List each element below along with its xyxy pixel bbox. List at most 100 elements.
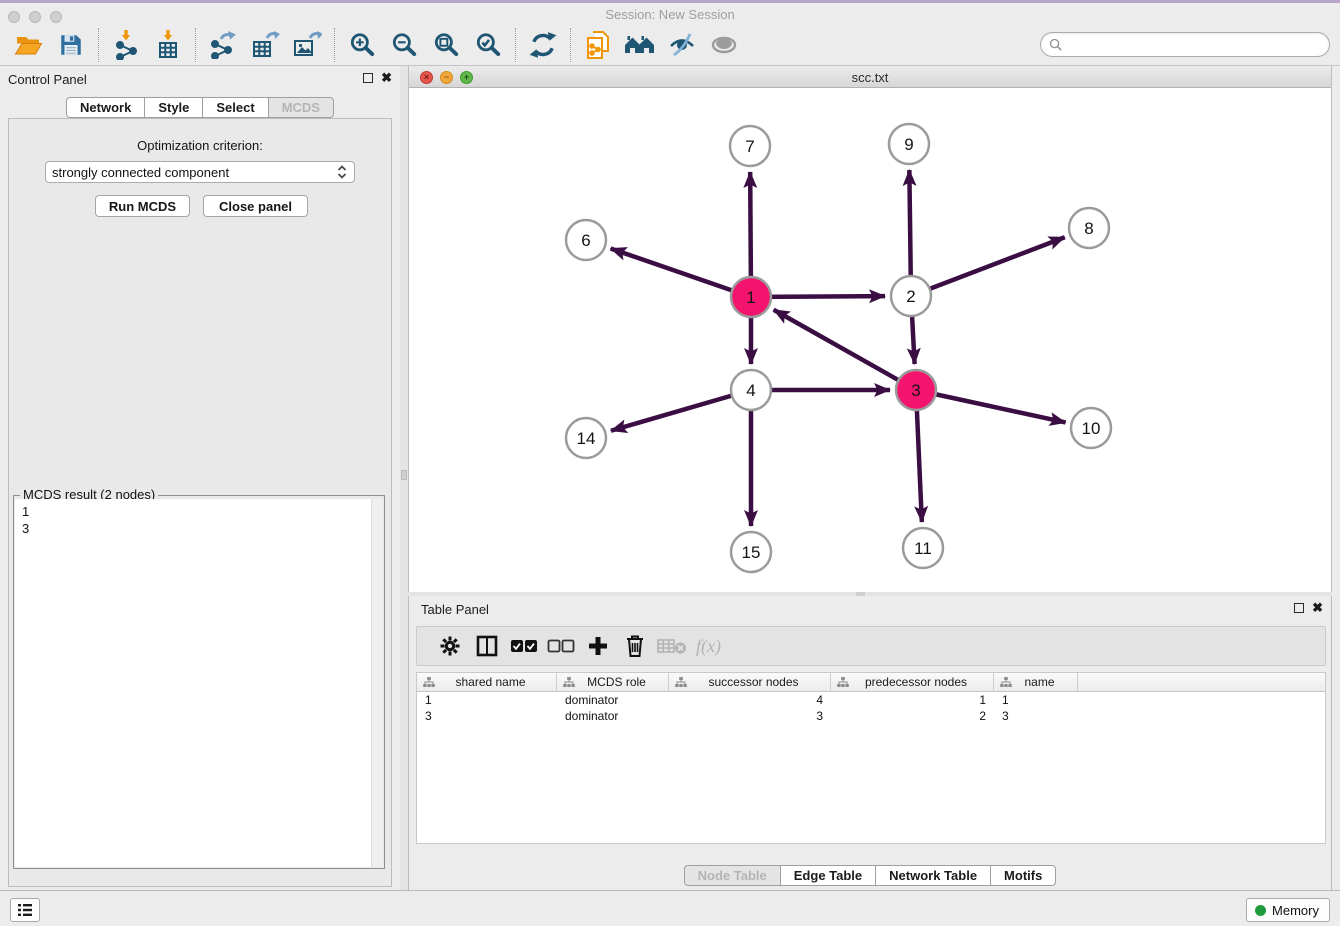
network-title: scc.txt: [409, 70, 1331, 85]
graph-node-14[interactable]: 14: [566, 418, 606, 458]
column-header-MCDS-role[interactable]: MCDS role: [557, 673, 669, 691]
tab-style[interactable]: Style: [144, 97, 202, 118]
toolbar-separator: [570, 28, 571, 62]
main-titlebar: Session: New Session: [0, 3, 1340, 24]
node-table[interactable]: shared nameMCDS rolesuccessor nodesprede…: [416, 672, 1326, 844]
column-header-name[interactable]: name: [994, 673, 1078, 691]
result-scrollbar[interactable]: [371, 499, 383, 867]
table-float-panel-icon[interactable]: [1294, 603, 1304, 613]
search-box[interactable]: [1040, 32, 1330, 57]
search-input[interactable]: [1062, 38, 1329, 52]
edge-2-8[interactable]: [911, 237, 1065, 296]
table-cell[interactable]: dominator: [557, 708, 669, 724]
tab-mcds[interactable]: MCDS: [268, 97, 334, 118]
toolbar-separator: [98, 28, 99, 62]
mcds-result-item[interactable]: 3: [22, 520, 383, 537]
column-visibility-icon[interactable]: [468, 630, 505, 662]
table-cell[interactable]: 1: [417, 692, 557, 708]
table-row[interactable]: 3dominator323: [417, 708, 1325, 724]
edge-3-1[interactable]: [774, 310, 916, 390]
hide-selected-icon[interactable]: [661, 27, 703, 63]
control-panel-header: Control Panel ✖: [0, 66, 400, 94]
graph-node-1[interactable]: 1: [731, 277, 771, 317]
table-cell[interactable]: 3: [417, 708, 557, 724]
edge-4-14[interactable]: [611, 390, 751, 431]
table-cell[interactable]: 4: [669, 692, 831, 708]
table-panel: Table Panel ✖ f(x) shared nameMCDS roles…: [408, 596, 1332, 890]
run-mcds-button[interactable]: Run MCDS: [95, 195, 190, 217]
graph-node-2[interactable]: 2: [891, 276, 931, 316]
graph-node-8[interactable]: 8: [1069, 208, 1109, 248]
export-image-icon[interactable]: [286, 27, 328, 63]
table-tabs: Node TableEdge TableNetwork TableMotifs: [409, 865, 1331, 886]
duplicate-network-icon[interactable]: [577, 27, 619, 63]
save-session-icon[interactable]: [50, 27, 92, 63]
table-cell[interactable]: dominator: [557, 692, 669, 708]
table-cell[interactable]: 3: [994, 708, 1078, 724]
graph-node-4[interactable]: 4: [731, 370, 771, 410]
graph-node-9[interactable]: 9: [889, 124, 929, 164]
svg-text:1: 1: [746, 288, 755, 307]
edge-3-10[interactable]: [916, 390, 1066, 422]
delete-column-icon[interactable]: [616, 630, 653, 662]
import-network-icon[interactable]: [105, 27, 147, 63]
tab-edge-table[interactable]: Edge Table: [780, 865, 875, 886]
graph-node-15[interactable]: 15: [731, 532, 771, 572]
optimization-criterion-label: Optimization criterion:: [9, 138, 391, 153]
add-column-icon[interactable]: [579, 630, 616, 662]
mcds-result-list[interactable]: 13: [15, 499, 383, 867]
task-history-button[interactable]: [10, 898, 40, 922]
zoom-selected-icon[interactable]: [467, 27, 509, 63]
settings-gear-icon[interactable]: [431, 630, 468, 662]
graph-node-11[interactable]: 11: [903, 528, 943, 568]
table-cell[interactable]: 1: [994, 692, 1078, 708]
table-row[interactable]: 1dominator411: [417, 692, 1325, 708]
table-toolbar: f(x): [416, 626, 1326, 666]
criterion-select[interactable]: strongly connected component: [45, 161, 355, 183]
vertical-splitter[interactable]: [400, 66, 408, 890]
graph-node-3[interactable]: 3: [896, 370, 936, 410]
table-cell[interactable]: 2: [831, 708, 994, 724]
table-cell[interactable]: 1: [831, 692, 994, 708]
graph-node-10[interactable]: 10: [1071, 408, 1111, 448]
svg-text:6: 6: [581, 231, 590, 250]
tab-node-table[interactable]: Node Table: [684, 865, 780, 886]
network-titlebar[interactable]: × − + scc.txt: [409, 66, 1331, 88]
memory-button[interactable]: Memory: [1246, 898, 1330, 922]
tab-select[interactable]: Select: [202, 97, 267, 118]
search-icon: [1049, 38, 1062, 51]
control-panel: Control Panel ✖ NetworkStyleSelectMCDS O…: [0, 66, 400, 890]
close-panel-icon[interactable]: ✖: [381, 73, 392, 83]
close-panel-button[interactable]: Close panel: [203, 195, 308, 217]
table-close-panel-icon[interactable]: ✖: [1312, 603, 1323, 613]
select-all-checks-icon[interactable]: [505, 630, 542, 662]
import-table-icon[interactable]: [147, 27, 189, 63]
mcds-result-group: MCDS result (2 nodes) 13: [13, 495, 385, 869]
mcds-result-item[interactable]: 1: [22, 503, 383, 520]
column-header-shared-name[interactable]: shared name: [417, 673, 557, 691]
zoom-in-icon[interactable]: [341, 27, 383, 63]
zoom-fit-icon[interactable]: [425, 27, 467, 63]
network-canvas[interactable]: 1 2 3 4 6 7 8 9 10 11 14 15: [409, 88, 1331, 592]
first-neighbors-icon[interactable]: [619, 27, 661, 63]
open-file-icon[interactable]: [8, 27, 50, 63]
column-header-successor-nodes[interactable]: successor nodes: [669, 673, 831, 691]
svg-text:3: 3: [911, 381, 920, 400]
export-table-icon[interactable]: [244, 27, 286, 63]
float-panel-icon[interactable]: [363, 73, 373, 83]
export-network-icon[interactable]: [202, 27, 244, 63]
zoom-out-icon[interactable]: [383, 27, 425, 63]
tab-motifs[interactable]: Motifs: [990, 865, 1056, 886]
deselect-all-checks-icon[interactable]: [542, 630, 579, 662]
graph-node-7[interactable]: 7: [730, 126, 770, 166]
graph-node-6[interactable]: 6: [566, 220, 606, 260]
edge-1-6[interactable]: [611, 248, 751, 297]
toolbar-separator: [515, 28, 516, 62]
column-header-predecessor-nodes[interactable]: predecessor nodes: [831, 673, 994, 691]
tab-network-table[interactable]: Network Table: [875, 865, 990, 886]
svg-text:14: 14: [577, 429, 596, 448]
refresh-layout-icon[interactable]: [522, 27, 564, 63]
tab-network[interactable]: Network: [66, 97, 144, 118]
table-cell[interactable]: 3: [669, 708, 831, 724]
memory-status-icon: [1255, 905, 1266, 916]
